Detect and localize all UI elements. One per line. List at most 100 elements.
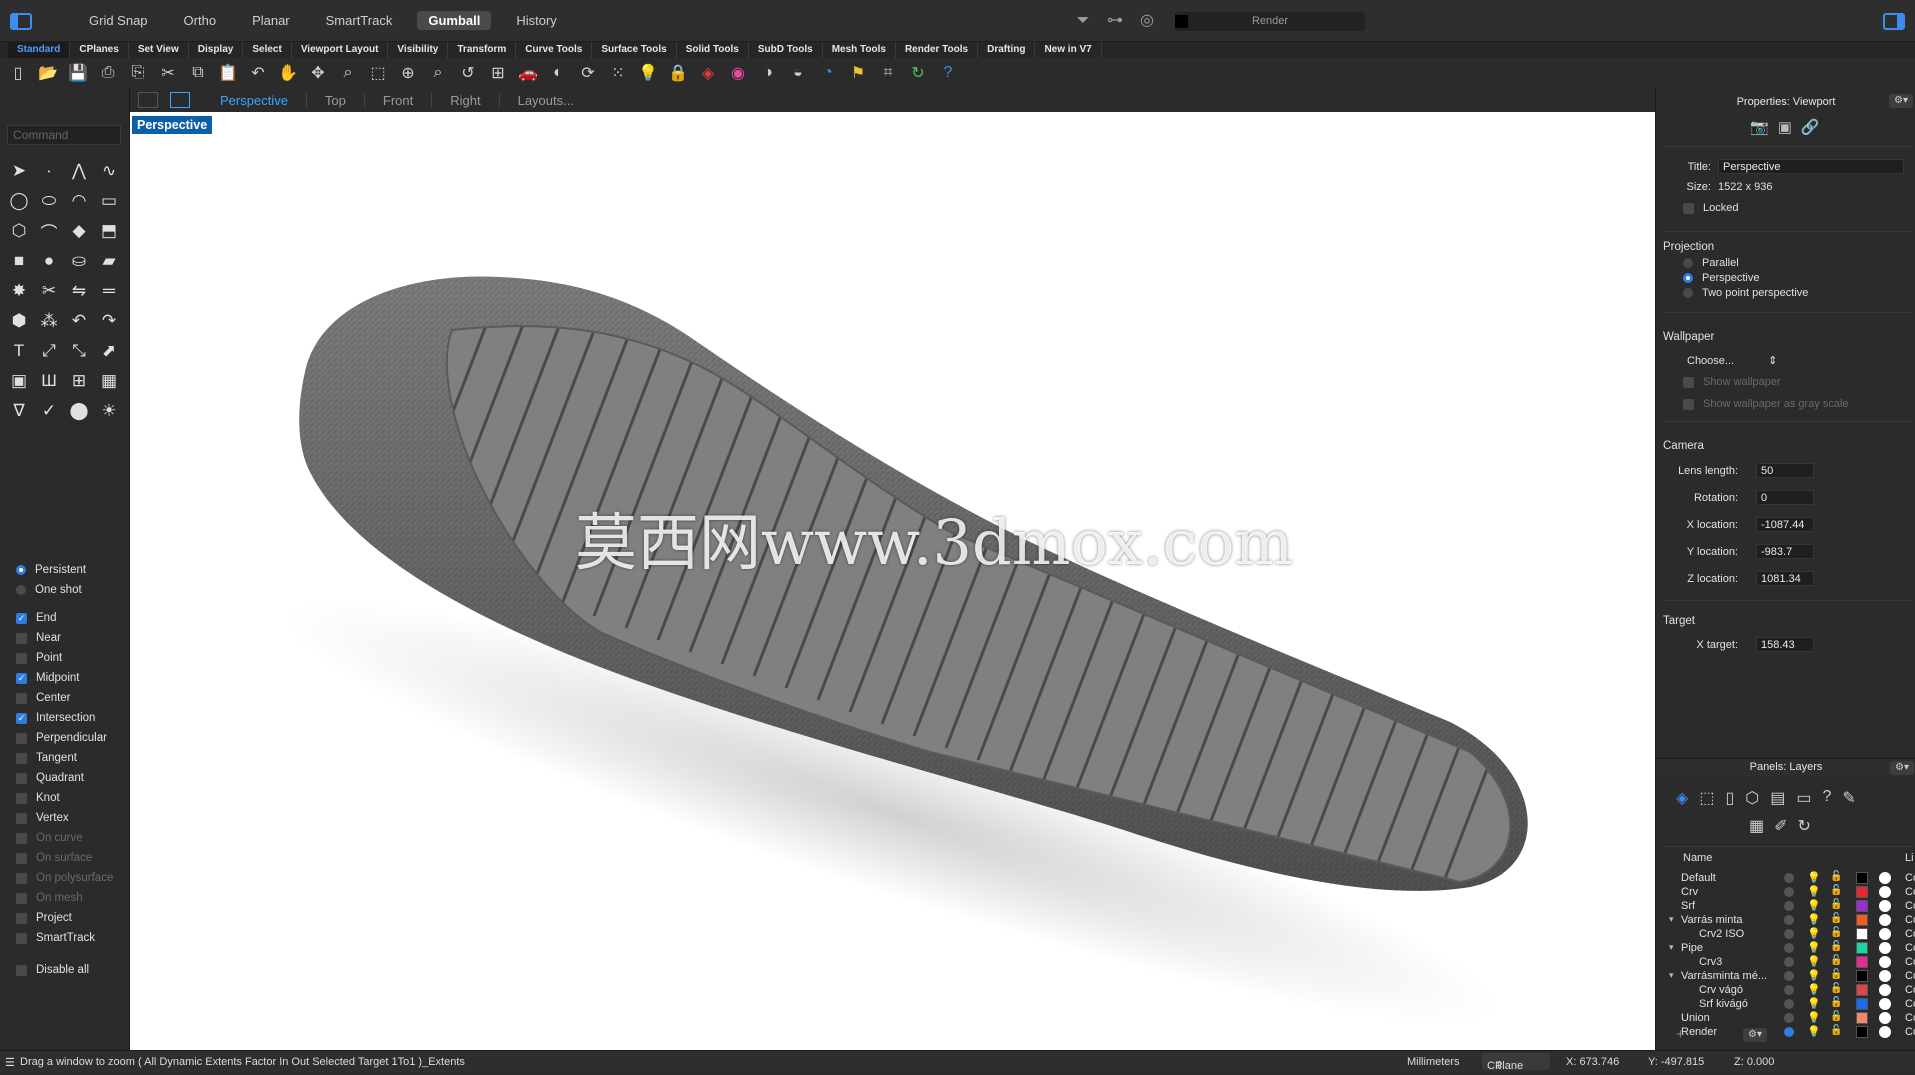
rectangle-icon[interactable]: ▭ (94, 186, 124, 216)
title-field[interactable]: Perspective (1718, 159, 1904, 174)
lock-icon[interactable]: 🔓 (1830, 1011, 1842, 1022)
material-icon[interactable] (1879, 900, 1891, 912)
current-layer-indicator[interactable] (1784, 971, 1794, 981)
tab-standard[interactable]: Standard (8, 42, 71, 58)
text-icon[interactable]: T (4, 336, 34, 366)
tab-surface-tools[interactable]: Surface Tools (592, 42, 677, 58)
grid-snap-toggle[interactable]: Grid Snap (78, 11, 159, 30)
cplane-dropdown[interactable]: CPlane ⇕ (1482, 1053, 1550, 1072)
material-icon[interactable] (1879, 886, 1891, 898)
visibility-bulb-icon[interactable]: 💡 (1807, 1011, 1821, 1024)
current-layer-indicator[interactable] (1784, 901, 1794, 911)
four-viewports-icon[interactable]: ⊞ (485, 61, 511, 85)
tab-viewport-layout[interactable]: Viewport Layout (292, 42, 389, 58)
current-layer-indicator[interactable] (1784, 957, 1794, 967)
layer-color-swatch[interactable] (1856, 872, 1868, 884)
refresh-tab-icon[interactable]: ↻ (1798, 816, 1811, 836)
objects-tab-icon[interactable]: ⬚ (1699, 788, 1714, 808)
tab-new-in-v7[interactable]: New in V7 (1035, 42, 1102, 58)
display-props-icon[interactable]: ▣ (1778, 118, 1792, 136)
wallpaper-choose-dropdown[interactable]: Choose... ⇕ (1687, 354, 1777, 367)
layer-options-icon[interactable]: ⚙▾ (1743, 1028, 1767, 1042)
cylinder-icon[interactable]: ⛀ (64, 246, 94, 276)
x-target-field[interactable]: 158.43 (1756, 637, 1814, 652)
add-layer-icon[interactable]: + (1676, 1026, 1685, 1043)
layer-color-swatch[interactable] (1856, 886, 1868, 898)
material-icon[interactable]: ◈ (695, 61, 721, 85)
visibility-bulb-icon[interactable]: 💡 (1807, 983, 1821, 996)
snap-knot[interactable]: Knot (16, 788, 113, 808)
visibility-bulb-icon[interactable]: 💡 (1807, 927, 1821, 940)
layer-color-swatch[interactable] (1856, 984, 1868, 996)
wallpaper-gray-checkbox[interactable]: Show wallpaper as gray scale (1683, 398, 1849, 410)
grid-icon[interactable]: ⌗ (875, 61, 901, 85)
x-location-field[interactable]: -1087.44 (1756, 517, 1814, 532)
select-arrow-icon[interactable]: ➤ (4, 156, 34, 186)
projection-parallel[interactable]: Parallel (1683, 257, 1739, 269)
current-layer-indicator[interactable] (1784, 1027, 1794, 1037)
snap-point[interactable]: Point (16, 648, 113, 668)
block-icon[interactable]: ▣ (4, 366, 34, 396)
viewport-props-icon[interactable]: 📷 (1750, 118, 1769, 136)
visibility-bulb-icon[interactable]: 💡 (1807, 899, 1821, 912)
projection-perspective[interactable]: Perspective (1683, 272, 1759, 284)
point-cloud-icon[interactable]: ⁙ (605, 61, 631, 85)
layer-color-swatch[interactable] (1856, 942, 1868, 954)
smarttrack-toggle[interactable]: SmartTrack (315, 11, 404, 30)
undo-icon[interactable]: ↶ (245, 61, 271, 85)
tab-curve-tools[interactable]: Curve Tools (516, 42, 593, 58)
snap-tangent[interactable]: Tangent (16, 748, 113, 768)
ortho-toggle[interactable]: Ortho (173, 11, 228, 30)
pan-hand-icon[interactable]: ✋ (275, 61, 301, 85)
display-tab-icon[interactable]: ▭ (1796, 788, 1811, 808)
extrude-icon[interactable]: ⬒ (94, 216, 124, 246)
snap-midpoint[interactable]: ✓ Midpoint (16, 668, 113, 688)
expand-chevron-icon[interactable]: ▾ (1669, 914, 1674, 925)
join-icon[interactable]: ═ (94, 276, 124, 306)
snap-smarttrack[interactable]: SmartTrack (16, 928, 113, 948)
layer-linetype-header[interactable]: Li (1905, 852, 1914, 864)
shaded-icon[interactable]: ◐ (545, 61, 571, 85)
show-wallpaper-checkbox[interactable]: Show wallpaper (1683, 376, 1781, 388)
lens-length-field[interactable]: 50 (1756, 463, 1814, 478)
print-icon[interactable]: ⎙ (95, 61, 121, 85)
link-props-icon[interactable]: 🔗 (1801, 118, 1820, 136)
cut-icon[interactable]: ✂ (155, 61, 181, 85)
lock-icon[interactable]: 🔓 (1830, 1025, 1842, 1036)
target-icon[interactable]: ◎ (1136, 11, 1158, 31)
visibility-bulb-icon[interactable]: 💡 (1807, 913, 1821, 926)
current-layer-indicator[interactable] (1784, 873, 1794, 883)
lock-icon[interactable]: 🔓 (1830, 955, 1842, 966)
check-icon[interactable]: ✓ (34, 396, 64, 426)
render-object-icon[interactable]: ⬤ (64, 396, 94, 426)
expand-chevron-icon[interactable]: ▾ (1669, 970, 1674, 981)
visibility-bulb-icon[interactable]: 💡 (1807, 969, 1821, 982)
layers-gear-icon[interactable]: ⚙▾ (1890, 761, 1914, 775)
ellipse-icon[interactable]: ⬭ (34, 186, 64, 216)
lock-icon[interactable]: 🔓 (1830, 899, 1842, 910)
tab-transform[interactable]: Transform (448, 42, 517, 58)
lock-icon[interactable]: 🔓 (1830, 871, 1842, 882)
tab-render-tools[interactable]: Render Tools (896, 42, 979, 58)
layer-color-swatch[interactable] (1856, 970, 1868, 982)
tab-solid-tools[interactable]: Solid Tools (677, 42, 749, 58)
plane-icon[interactable]: ▰ (94, 246, 124, 276)
lock-icon[interactable]: 🔓 (1830, 913, 1842, 924)
move-icon[interactable]: ⤢ (34, 336, 64, 366)
save-icon[interactable]: 💾 (65, 61, 91, 85)
snap-disable-all[interactable]: Disable all (16, 960, 113, 980)
visibility-bulb-icon[interactable]: 💡 (1807, 997, 1821, 1010)
dimension-icon[interactable]: Ш (34, 366, 64, 396)
material-icon[interactable] (1879, 914, 1891, 926)
sphere-icon[interactable]: ◑ (755, 61, 781, 85)
offset-icon[interactable]: ↶ (64, 306, 94, 336)
paste-icon[interactable]: 📋 (215, 61, 241, 85)
tab-front[interactable]: Front (365, 92, 433, 108)
refresh-icon[interactable]: ↻ (905, 61, 931, 85)
light-icon[interactable]: 💡 (635, 61, 661, 85)
import-icon[interactable]: ⎘ (125, 61, 151, 85)
tab-cplanes[interactable]: CPlanes (70, 42, 129, 58)
snap-on-surface[interactable]: On surface (16, 848, 113, 868)
perspective-viewport[interactable]: Perspective 莫西网www.3dmox.com (130, 112, 1655, 1050)
help-tab-icon[interactable]: ? (1822, 788, 1831, 808)
